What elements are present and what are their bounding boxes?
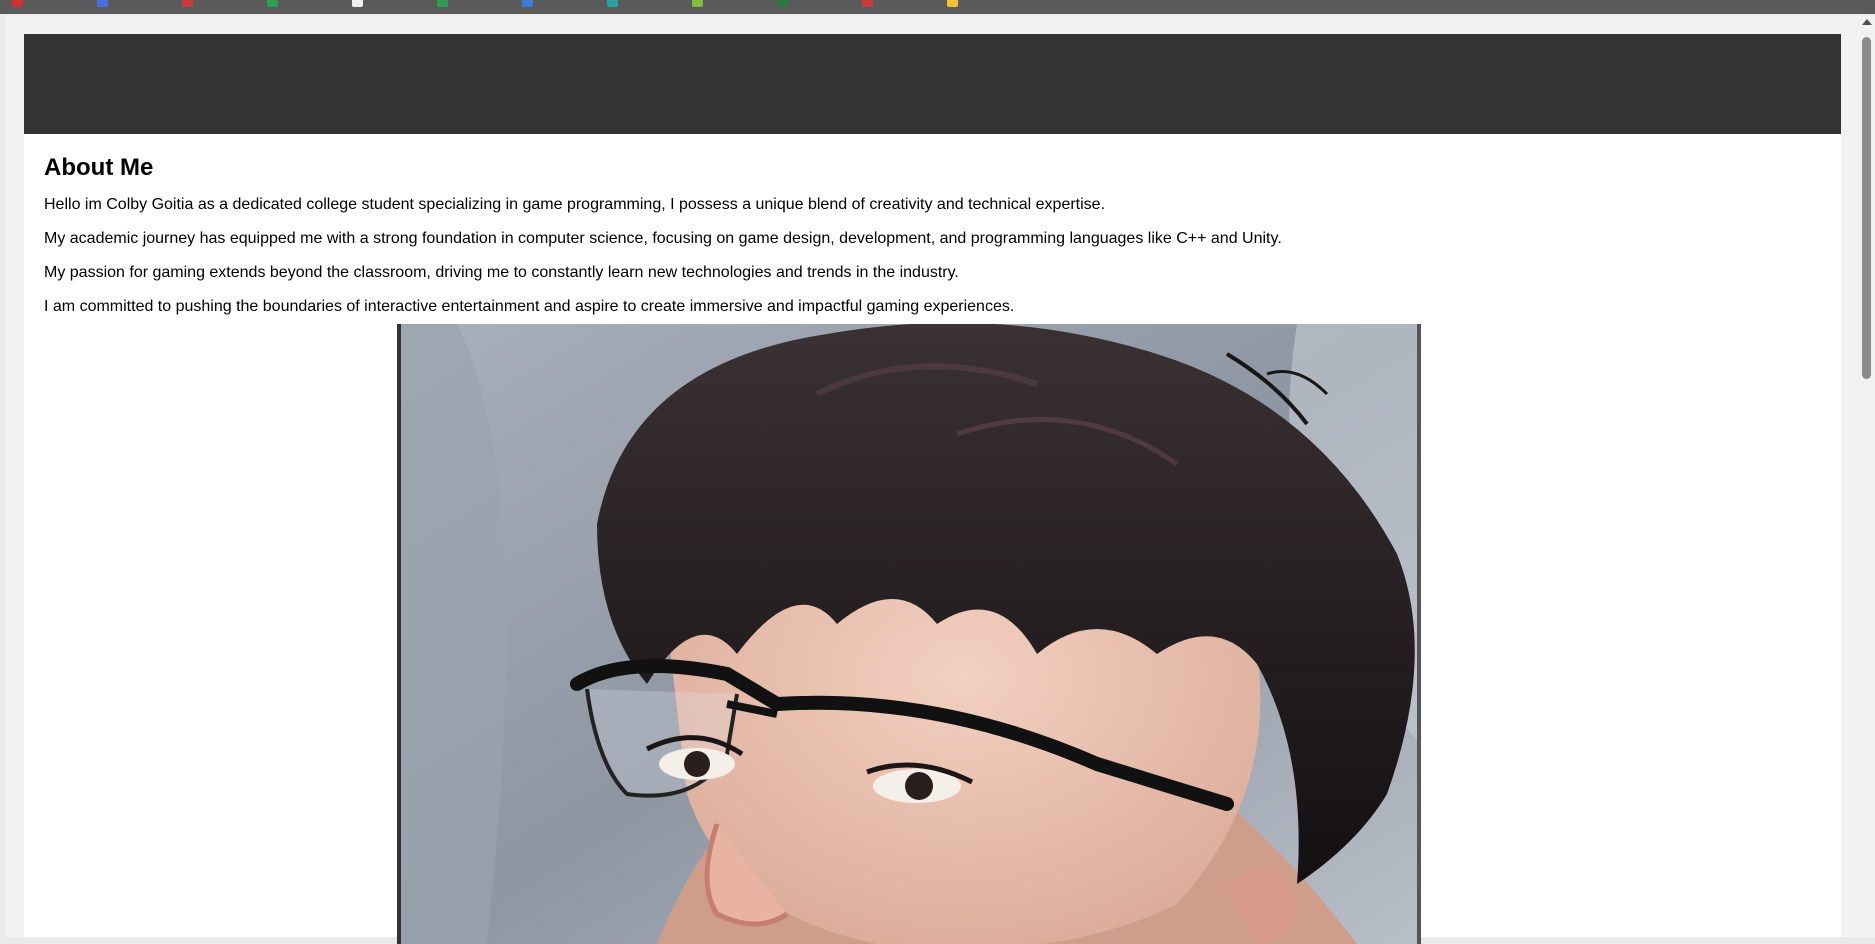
about-title: About Me — [44, 154, 154, 181]
bookmark-favicon-icon[interactable] — [777, 0, 788, 7]
about-paragraph-2: My academic journey has equipped me with… — [44, 230, 1282, 247]
bookmark-icons-strip — [12, 0, 958, 7]
bookmark-favicon-icon[interactable] — [12, 0, 23, 7]
bookmarks-bar — [0, 0, 1875, 14]
scroll-up-arrow-icon[interactable] — [1862, 19, 1872, 25]
bookmark-favicon-icon[interactable] — [352, 0, 363, 7]
bookmark-favicon-icon[interactable] — [182, 0, 193, 7]
about-paragraph-3: My passion for gaming extends beyond the… — [44, 264, 959, 281]
bookmark-favicon-icon[interactable] — [97, 0, 108, 7]
about-section: About Me Hello im Colby Goitia as a dedi… — [24, 134, 1841, 316]
bookmark-favicon-icon[interactable] — [437, 0, 448, 7]
about-paragraph-1: Hello im Colby Goitia as a dedicated col… — [44, 196, 1106, 213]
bookmark-favicon-icon[interactable] — [862, 0, 873, 7]
scroll-thumb[interactable] — [1862, 37, 1871, 379]
site-header — [24, 34, 1841, 134]
about-paragraph-4: I am committed to pushing the boundaries… — [44, 298, 1015, 315]
vertical-scrollbar[interactable] — [1858, 15, 1875, 937]
bookmark-favicon-icon[interactable] — [607, 0, 618, 7]
portrait-image — [397, 324, 1421, 944]
bookmark-favicon-icon[interactable] — [522, 0, 533, 7]
bookmark-favicon-icon[interactable] — [947, 0, 958, 7]
bookmark-favicon-icon[interactable] — [267, 0, 278, 7]
bookmark-favicon-icon[interactable] — [692, 0, 703, 7]
portrait-illustration — [397, 324, 1421, 944]
